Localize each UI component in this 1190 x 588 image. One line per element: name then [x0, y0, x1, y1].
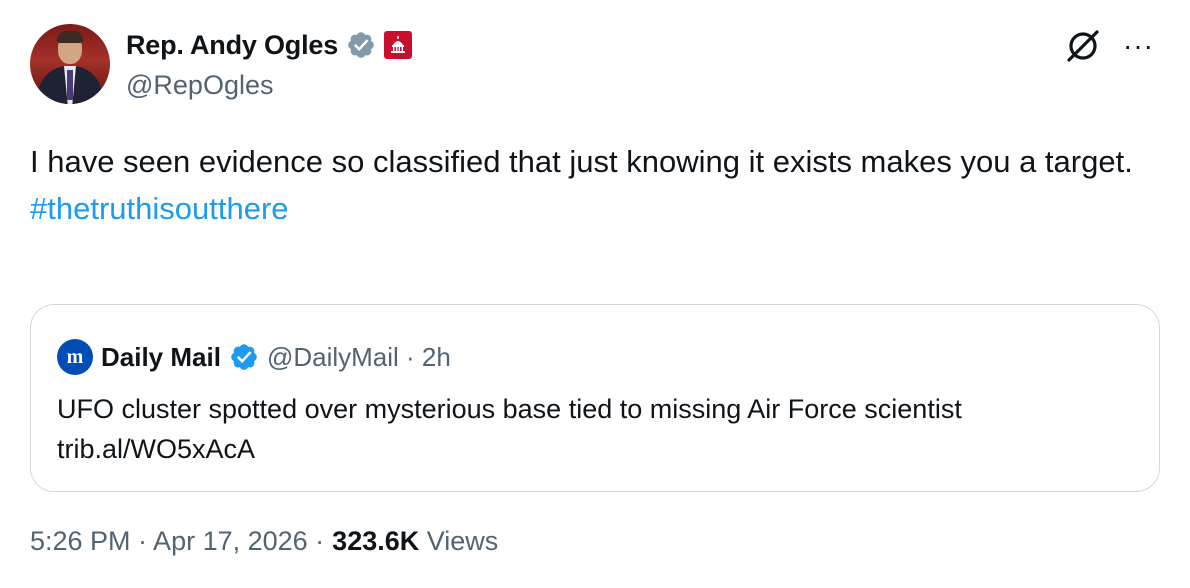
tweet-body: I have seen evidence so classified that … [30, 138, 1170, 232]
more-options-icon[interactable]: ··· [1123, 32, 1154, 60]
quoted-tweet-text: UFO cluster spotted over mysterious base… [57, 394, 962, 464]
verified-badge-icon [231, 344, 257, 370]
quoted-author-row: m Daily Mail @DailyMail · 2h [57, 339, 451, 375]
avatar-tie [67, 70, 73, 100]
author-handle[interactable]: @RepOgles [126, 70, 273, 101]
tweet-timestamp[interactable]: 5:26 PM · Apr 17, 2026 · [30, 526, 324, 557]
tweet-meta: 5:26 PM · Apr 17, 2026 · 323.6K Views [30, 526, 498, 557]
tweet-text: I have seen evidence so classified that … [30, 144, 1133, 179]
views-label: Views [426, 526, 499, 556]
us-house-seal-icon[interactable] [384, 31, 413, 59]
grok-icon[interactable] [1063, 26, 1103, 66]
avatar-hair [57, 31, 83, 43]
verified-badge-icon[interactable] [346, 30, 376, 60]
author-name-row: Rep. Andy Ogles [126, 28, 413, 62]
views-stat: 323.6K Views [332, 526, 498, 557]
quoted-handle-time: @DailyMail · 2h [266, 341, 451, 372]
author-avatar[interactable] [30, 24, 110, 104]
views-count: 323.6K [332, 526, 420, 556]
daily-mail-logo: m [57, 339, 93, 375]
capitol-dome-icon [391, 36, 406, 53]
quoted-tweet-card[interactable]: m Daily Mail @DailyMail · 2h UFO cluster… [30, 304, 1160, 492]
author-display-name[interactable]: Rep. Andy Ogles [126, 30, 338, 61]
hashtag-link[interactable]: #thetruthisoutthere [30, 185, 1170, 232]
tweet-top-actions: ··· [1063, 26, 1154, 66]
quoted-display-name: Daily Mail [101, 341, 221, 372]
